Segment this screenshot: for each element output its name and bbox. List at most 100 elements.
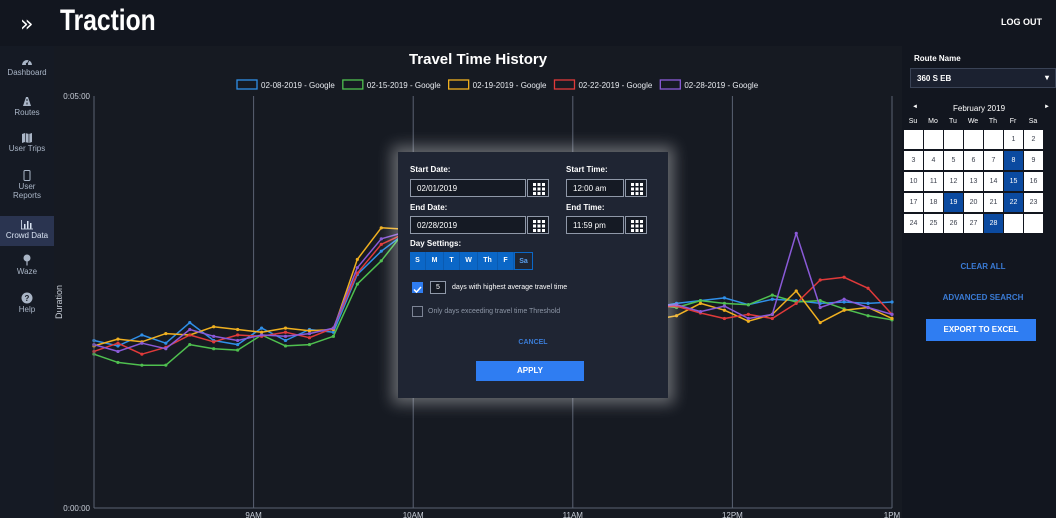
end-date-field[interactable]: 02/28/2019 bbox=[410, 216, 526, 234]
data-point bbox=[307, 329, 312, 333]
sidebar-item-label: Dashboard bbox=[7, 68, 47, 77]
day-toggle-monday[interactable]: M bbox=[426, 252, 444, 270]
calendar-day[interactable]: 19 bbox=[944, 193, 963, 212]
sidebar-item-dashboard[interactable]: Dashboard bbox=[0, 56, 54, 86]
data-point bbox=[698, 310, 703, 314]
calendar-day[interactable]: 7 bbox=[984, 151, 1003, 170]
calendar-day[interactable]: 25 bbox=[924, 214, 943, 233]
grid-icon bbox=[631, 183, 643, 195]
threshold-checkbox[interactable] bbox=[412, 306, 423, 317]
calendar-day[interactable]: 10 bbox=[904, 172, 923, 191]
calendar-day[interactable]: 28 bbox=[984, 214, 1003, 233]
calendar-day[interactable]: 1 bbox=[1004, 130, 1023, 149]
calendar-day[interactable]: 2 bbox=[1024, 130, 1043, 149]
highest-days-count-input[interactable]: 5 bbox=[430, 281, 446, 294]
double-chevron-icon[interactable]: » bbox=[20, 12, 34, 37]
x-tick-label: 12PM bbox=[722, 511, 743, 518]
logout-button[interactable]: LOG OUT bbox=[1001, 17, 1042, 27]
cancel-button[interactable]: CANCEL bbox=[398, 339, 668, 346]
calendar-day[interactable]: 27 bbox=[964, 214, 983, 233]
data-point bbox=[818, 278, 822, 282]
calendar-day[interactable]: 20 bbox=[964, 193, 983, 212]
highest-days-checkbox[interactable] bbox=[412, 282, 423, 294]
data-point bbox=[794, 231, 798, 235]
calendar-day[interactable]: 13 bbox=[964, 172, 983, 191]
day-toggle-group: S M T W Th F Sa bbox=[410, 252, 533, 270]
start-time-label: Start Time: bbox=[566, 165, 608, 174]
data-point bbox=[770, 312, 774, 316]
end-time-picker-button[interactable] bbox=[625, 216, 647, 234]
calendar-day[interactable]: 17 bbox=[904, 193, 923, 212]
sidebar-item-waze[interactable]: Waze bbox=[0, 254, 54, 282]
data-point bbox=[236, 327, 240, 332]
day-toggle-wednesday[interactable]: W bbox=[460, 252, 478, 270]
end-date-label: End Date: bbox=[410, 203, 448, 212]
calendar-day[interactable]: 12 bbox=[944, 172, 963, 191]
day-toggle-friday[interactable]: F bbox=[498, 252, 514, 270]
app-title: Traction bbox=[60, 4, 156, 37]
data-point bbox=[188, 333, 192, 337]
calendar-day[interactable]: 11 bbox=[924, 172, 943, 191]
start-date-field[interactable]: 02/01/2019 bbox=[410, 179, 526, 197]
calendar-weekday: Su bbox=[908, 118, 918, 125]
day-toggle-thursday[interactable]: Th bbox=[478, 252, 498, 270]
data-point bbox=[283, 334, 288, 338]
calendar-day[interactable]: 9 bbox=[1024, 151, 1043, 170]
start-time-field[interactable]: 12:00 am bbox=[566, 179, 624, 197]
data-point bbox=[140, 341, 144, 345]
start-date-calendar-button[interactable] bbox=[527, 179, 549, 197]
calendar-day[interactable]: 26 bbox=[944, 214, 963, 233]
calendar-day[interactable]: 24 bbox=[904, 214, 923, 233]
calendar-day[interactable]: 14 bbox=[984, 172, 1003, 191]
day-toggle-sunday[interactable]: S bbox=[410, 252, 426, 270]
end-date-calendar-button[interactable] bbox=[527, 216, 549, 234]
data-point bbox=[331, 334, 335, 338]
data-point bbox=[722, 301, 727, 305]
data-point bbox=[116, 360, 120, 365]
calendar-day[interactable]: 22 bbox=[1004, 193, 1023, 212]
data-point bbox=[794, 289, 798, 293]
sidebar-item-label: User bbox=[18, 182, 36, 191]
calendar-day[interactable]: 5 bbox=[944, 151, 963, 170]
export-to-excel-button[interactable]: EXPORT TO EXCEL bbox=[926, 319, 1036, 341]
sidebar-item-user-reports[interactable]: User Reports bbox=[0, 170, 54, 208]
calendar-day[interactable]: 21 bbox=[984, 193, 1003, 212]
top-bar: » Traction LOG OUT bbox=[0, 0, 1056, 46]
data-point bbox=[379, 242, 383, 246]
data-point bbox=[188, 327, 192, 332]
sidebar-item-help[interactable]: ? Help bbox=[0, 292, 54, 320]
data-point bbox=[140, 333, 144, 337]
calendar-day[interactable]: 18 bbox=[924, 193, 943, 212]
sidebar-item-label-line2: Reports bbox=[12, 191, 41, 200]
sidebar-item-routes[interactable]: Routes bbox=[0, 96, 54, 124]
next-month-button[interactable]: ► bbox=[1044, 104, 1050, 110]
data-point bbox=[188, 342, 192, 347]
data-point bbox=[283, 338, 288, 343]
sidebar-item-user-trips[interactable]: User Trips bbox=[0, 132, 54, 160]
advanced-search-button[interactable]: ADVANCED SEARCH bbox=[902, 293, 1056, 302]
y-axis-label: Duration bbox=[54, 285, 64, 319]
day-toggle-tuesday[interactable]: T bbox=[444, 252, 460, 270]
calendar-day[interactable]: 3 bbox=[904, 151, 923, 170]
calendar-day[interactable]: 6 bbox=[964, 151, 983, 170]
calendar-day[interactable]: 16 bbox=[1024, 172, 1043, 191]
start-time-picker-button[interactable] bbox=[625, 179, 647, 197]
calendar-day[interactable]: 15 bbox=[1004, 172, 1023, 191]
sidebar-item-crowd-data[interactable]: Crowd Data bbox=[0, 216, 54, 246]
calendar-day[interactable]: 8 bbox=[1004, 151, 1023, 170]
end-time-field[interactable]: 11:59 pm bbox=[566, 216, 624, 234]
data-point bbox=[307, 342, 312, 347]
data-point bbox=[283, 326, 288, 330]
calendar-day[interactable]: 23 bbox=[1024, 193, 1043, 212]
calendar-day[interactable]: 4 bbox=[924, 151, 943, 170]
data-point bbox=[259, 326, 264, 330]
x-tick-label: 11AM bbox=[563, 511, 584, 518]
day-toggle-saturday[interactable]: Sa bbox=[514, 252, 533, 270]
route-select[interactable]: 360 S EB ▾ bbox=[910, 68, 1056, 88]
apply-button[interactable]: APPLY bbox=[476, 361, 584, 381]
clear-all-button[interactable]: CLEAR ALL bbox=[902, 262, 1056, 271]
data-point bbox=[842, 308, 846, 312]
sidebar: Dashboard Routes User Trips User Reports bbox=[0, 46, 54, 518]
data-point bbox=[722, 304, 727, 308]
data-point bbox=[818, 321, 822, 325]
